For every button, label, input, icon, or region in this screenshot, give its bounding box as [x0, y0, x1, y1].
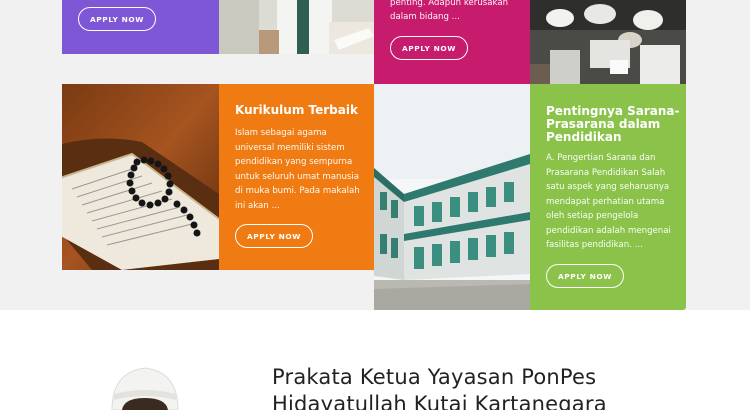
card-magenta: penting. Adapun kerusakan dalam bidang .… — [374, 0, 530, 84]
card-description-line: dalam bidang ... — [390, 12, 460, 22]
card-description-line: penting. Adapun kerusakan — [390, 0, 509, 8]
card-description-line: pendidikan yang sempurna — [235, 157, 353, 167]
card-orange: Kurikulum Terbaik Islam sebagai agama un… — [219, 84, 374, 270]
card-title: Kurikulum Terbaik — [235, 103, 358, 117]
quran-photo — [62, 84, 219, 270]
card-description-line: fasilitas pendidikan. ... — [546, 240, 643, 250]
apply-now-button[interactable]: APPLY NOW — [235, 224, 313, 248]
apply-now-button[interactable]: APPLY NOW — [78, 7, 156, 31]
school-building-photo — [374, 84, 530, 310]
card-description-line: universal memiliki sistem — [235, 142, 345, 153]
students-photo — [219, 0, 374, 54]
card-description-line: satu aspek yang seharusnya — [546, 182, 670, 192]
crowd-photo — [530, 0, 686, 84]
card-description-line: Islam sebagai agama — [235, 128, 327, 138]
card-title-line: Pendidikan — [546, 130, 622, 144]
card-purple: APPLY NOW — [62, 0, 219, 54]
card-description-line: untuk seluruh umat manusia — [235, 171, 360, 182]
prakata-title-line: Hidayatullah Kutai Kartanegara — [272, 392, 607, 410]
card-green: Pentingnya Sarana- Prasarana dalam Pendi… — [530, 84, 686, 310]
chairman-portrait — [100, 360, 190, 410]
card-description: A. Pengertian Sarana dan Prasarana Pendi… — [546, 151, 671, 253]
card-description-line: oleh setiap pengelola — [546, 211, 639, 221]
card-description-line: A. Pengertian Sarana dan — [546, 153, 656, 163]
card-description: Islam sebagai agama universal memiliki s… — [235, 126, 360, 213]
card-description-line: ini akan ... — [235, 200, 280, 211]
card-description-line: pendidikan adalah mengenai — [546, 225, 671, 236]
apply-now-button[interactable]: APPLY NOW — [390, 36, 468, 60]
prakata-title-line: Prakata Ketua Yayasan PonPes — [272, 365, 597, 389]
card-description-line: di muka bumi. Pada makalah — [235, 186, 360, 196]
card-title: Pentingnya Sarana- Prasarana dalam Pendi… — [546, 105, 679, 144]
card-description-line: Prasarana Pendidikan Salah — [546, 167, 666, 178]
apply-now-button[interactable]: APPLY NOW — [546, 264, 624, 288]
card-description-line: mendapat perhatian utama — [546, 196, 665, 207]
